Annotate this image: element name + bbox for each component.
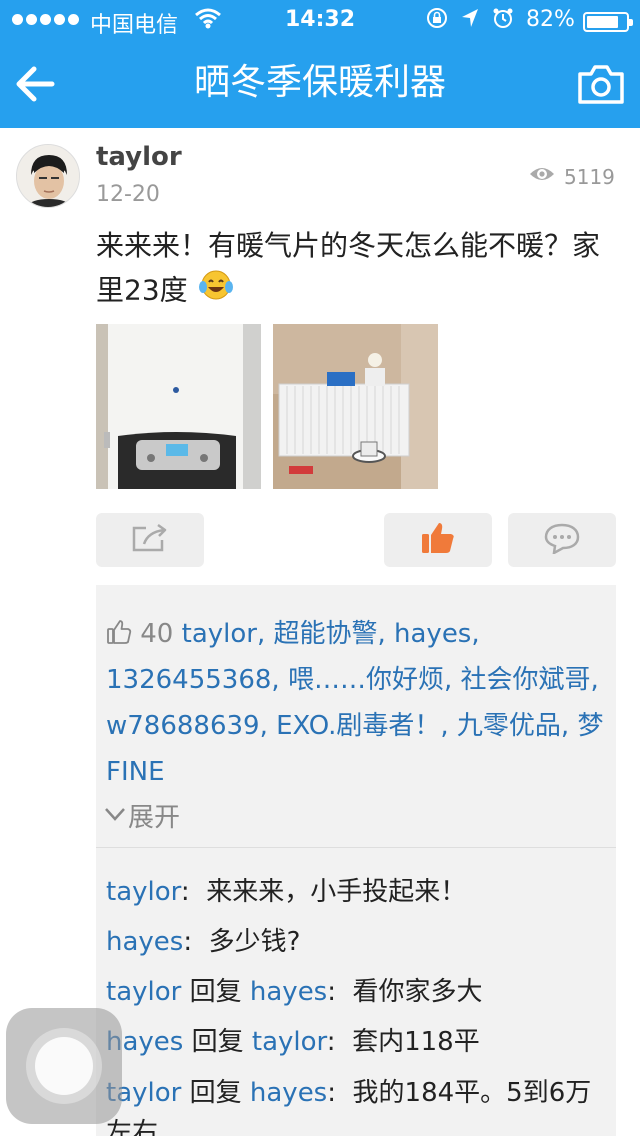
camera-icon[interactable] bbox=[576, 62, 626, 106]
post-author[interactable]: taylor bbox=[96, 142, 182, 172]
share-icon bbox=[130, 522, 170, 558]
reply-word: 回复 bbox=[191, 1027, 244, 1057]
comment-item: taylor 回复 hayes: 我的184平。5到6万左右 bbox=[106, 1073, 606, 1136]
comment-panel: 40 taylor, 超能协警, hayes, 1326455368, 喂……你… bbox=[96, 585, 616, 1136]
comment-item: hayes: 多少钱? bbox=[106, 927, 301, 957]
laughing-crying-emoji-icon bbox=[197, 268, 235, 315]
comment-author[interactable]: hayes bbox=[106, 927, 183, 957]
comment-list: taylor: 来来来，小手投起来！ hayes: 多少钱? taylor 回复… bbox=[106, 867, 606, 1136]
chevron-down-icon bbox=[104, 801, 126, 831]
comment-author[interactable]: taylor bbox=[106, 977, 181, 1007]
post-card: taylor 12-20 5119 来来来！有暖气片的冬天怎么能不暖？家里23度 bbox=[0, 128, 640, 1136]
divider bbox=[96, 847, 616, 848]
like-count: 40 bbox=[140, 619, 174, 649]
view-count: 5119 bbox=[528, 164, 615, 189]
post-date: 12-20 bbox=[96, 182, 160, 207]
comment-author[interactable]: taylor bbox=[106, 877, 181, 907]
post-text: 来来来！有暖气片的冬天怎么能不暖？家里23度 bbox=[96, 224, 616, 315]
battery-percent: 82% bbox=[526, 7, 575, 32]
share-button[interactable] bbox=[96, 513, 204, 567]
page-title: 晒冬季保暖利器 bbox=[193, 62, 446, 103]
post-body: 来来来！有暖气片的冬天怎么能不暖？家里23度 bbox=[96, 229, 601, 307]
reply-target[interactable]: hayes bbox=[250, 977, 327, 1007]
comment-text: 多少钱? bbox=[208, 927, 301, 957]
assistive-touch-button[interactable] bbox=[6, 1008, 122, 1124]
comment-item: hayes 回复 taylor: 套内118平 bbox=[106, 1027, 480, 1057]
comment-text: 套内118平 bbox=[352, 1027, 480, 1057]
comment-bubble-icon bbox=[543, 522, 581, 558]
reply-target[interactable]: taylor bbox=[252, 1027, 327, 1057]
comment-text: 看你家多大 bbox=[352, 977, 483, 1007]
alarm-icon bbox=[492, 7, 514, 34]
eye-icon bbox=[528, 164, 556, 189]
like-button[interactable] bbox=[384, 513, 492, 567]
expand-label: 展开 bbox=[128, 803, 181, 833]
rotation-lock-icon bbox=[426, 7, 448, 34]
comment-item: taylor: 来来来，小手投起来！ bbox=[106, 877, 467, 907]
reply-word: 回复 bbox=[189, 1078, 242, 1108]
comment-button[interactable] bbox=[508, 513, 616, 567]
location-icon bbox=[460, 7, 480, 34]
post-photo-radiator[interactable] bbox=[273, 324, 438, 489]
thumbs-up-icon bbox=[420, 521, 456, 559]
view-count-value: 5119 bbox=[564, 164, 615, 189]
avatar[interactable] bbox=[16, 144, 80, 208]
post-photo-boiler[interactable] bbox=[96, 324, 261, 489]
nav-bar: 晒冬季保暖利器 bbox=[0, 40, 640, 128]
reply-target[interactable]: hayes bbox=[250, 1078, 327, 1108]
comment-item: taylor 回复 hayes: 看你家多大 bbox=[106, 977, 483, 1007]
status-bar: 中国电信 14:32 82% bbox=[0, 0, 640, 40]
comment-text: 来来来，小手投起来！ bbox=[206, 877, 467, 907]
reply-word: 回复 bbox=[189, 977, 242, 1007]
battery-fill bbox=[587, 16, 618, 28]
expand-button[interactable]: 展开 bbox=[104, 797, 180, 834]
like-users[interactable]: taylor, 超能协警, hayes, 1326455368, 喂……你好烦,… bbox=[106, 619, 603, 787]
battery-icon bbox=[583, 12, 633, 32]
small-thumbs-up-icon bbox=[106, 619, 140, 649]
like-list: 40 taylor, 超能协警, hayes, 1326455368, 喂……你… bbox=[106, 611, 606, 795]
